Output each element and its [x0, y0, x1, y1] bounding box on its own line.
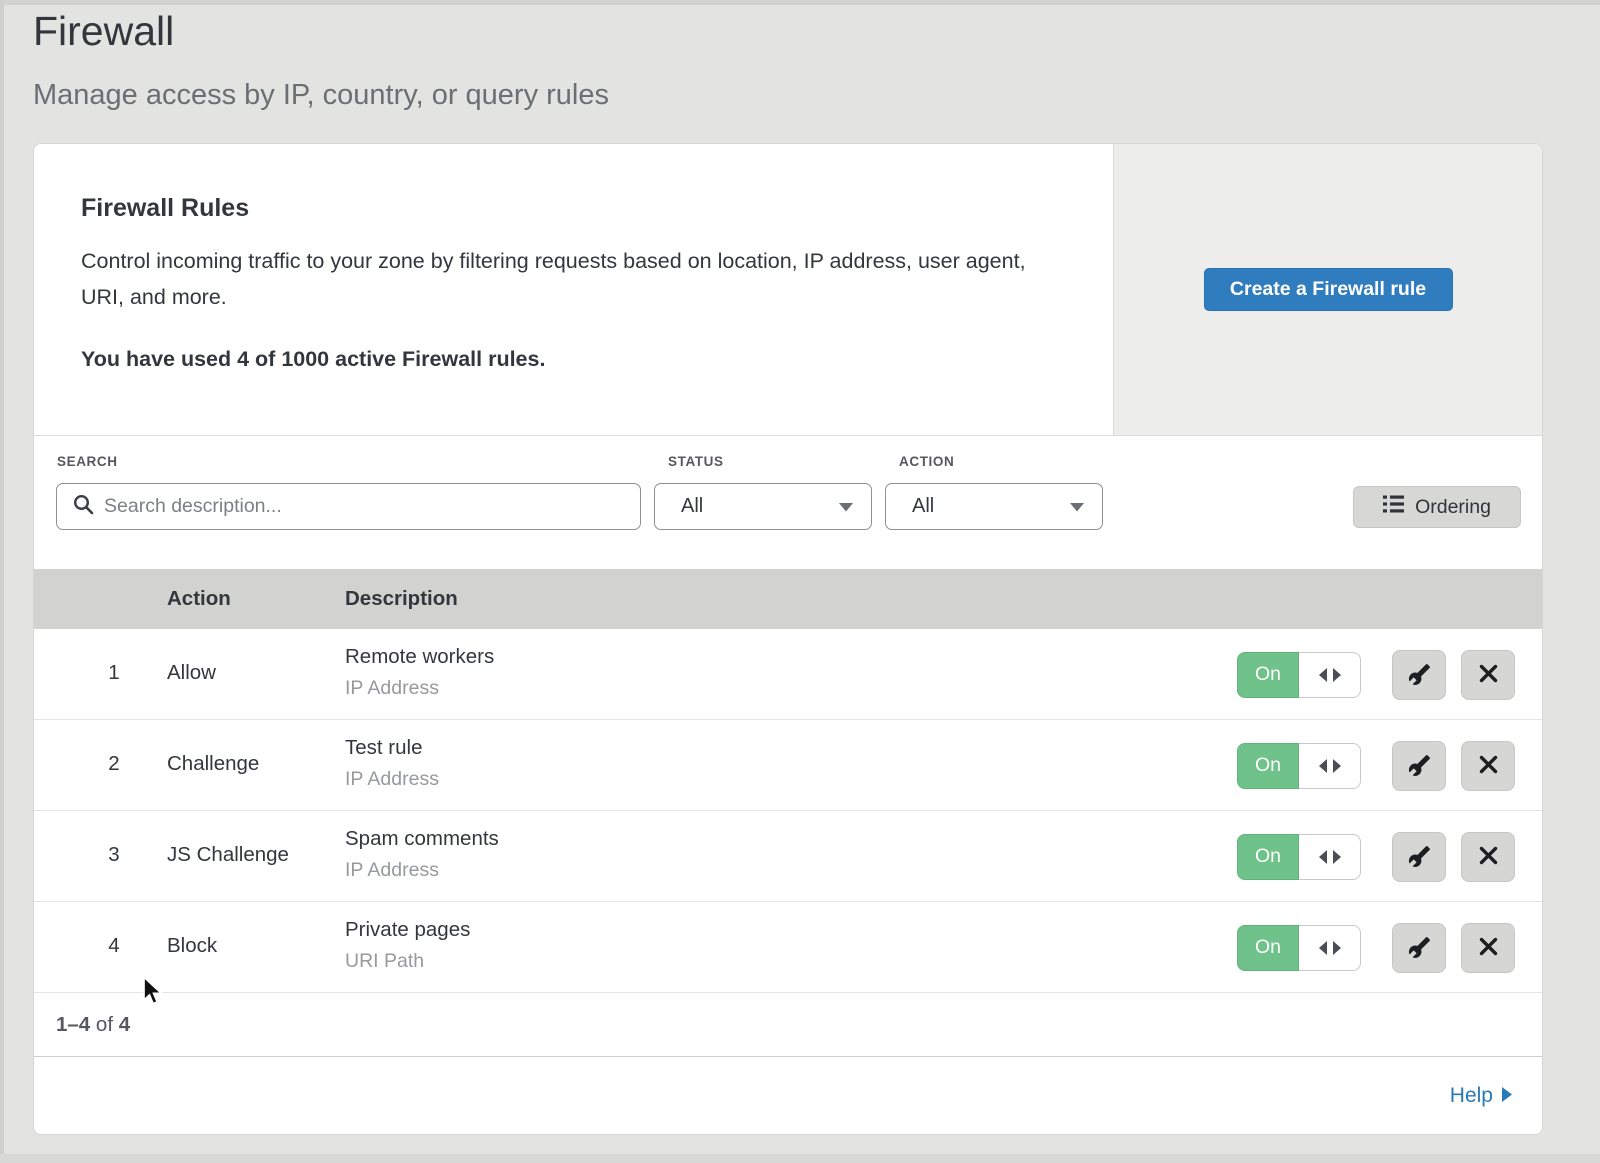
column-header-action: Action	[167, 569, 231, 629]
wrench-icon	[1408, 936, 1431, 959]
ordered-list-icon	[1383, 495, 1404, 519]
arrow-right-icon	[1502, 1084, 1512, 1108]
chevron-down-icon	[1070, 495, 1084, 518]
action-select[interactable]: All	[885, 483, 1103, 530]
toggle-handle-icon	[1299, 743, 1361, 789]
toggle-handle-icon	[1299, 652, 1361, 698]
table-row: 1 Allow Remote workers IP Address On	[34, 629, 1542, 720]
firewall-page: Firewall Manage access by IP, country, o…	[0, 0, 1600, 1163]
search-label: SEARCH	[57, 454, 118, 469]
edit-rule-button[interactable]	[1392, 832, 1446, 882]
rule-description: Private pages	[345, 918, 470, 942]
rule-action: Block	[167, 934, 217, 958]
pagination-status: 1–4 of 4	[34, 993, 1542, 1056]
page-subtitle: Manage access by IP, country, or query r…	[33, 79, 609, 112]
rule-description: Test rule	[345, 736, 422, 760]
toggle-on-label: On	[1237, 743, 1299, 789]
panel-footer: Help	[34, 1056, 1542, 1135]
close-icon	[1479, 755, 1498, 777]
table-row: 4 Block Private pages URI Path On	[34, 902, 1542, 993]
rule-match-type: URI Path	[345, 950, 424, 973]
toggle-handle-icon	[1299, 925, 1361, 971]
table-header: Action Description	[34, 569, 1542, 629]
rules-summary-section: Firewall Rules Control incoming traffic …	[34, 144, 1542, 436]
rule-match-type: IP Address	[345, 677, 439, 700]
toggle-on-label: On	[1237, 652, 1299, 698]
close-icon	[1479, 846, 1498, 868]
rule-match-type: IP Address	[345, 859, 439, 882]
close-icon	[1479, 664, 1498, 686]
rule-controls: On	[1237, 811, 1515, 902]
delete-rule-button[interactable]	[1461, 650, 1515, 700]
action-label: ACTION	[899, 454, 954, 469]
rule-priority: 2	[99, 752, 129, 776]
chevron-down-icon	[839, 495, 853, 518]
wrench-icon	[1408, 845, 1431, 868]
column-header-description: Description	[345, 569, 458, 629]
help-link-label: Help	[1450, 1084, 1493, 1108]
rule-controls: On	[1237, 629, 1515, 720]
toggle-on-label: On	[1237, 925, 1299, 971]
rule-enabled-toggle[interactable]: On	[1237, 834, 1361, 880]
delete-rule-button[interactable]	[1461, 741, 1515, 791]
wrench-icon	[1408, 754, 1431, 777]
rule-priority: 1	[99, 661, 129, 685]
rules-table-body: 1 Allow Remote workers IP Address On	[34, 629, 1542, 993]
filter-bar: SEARCH STATUS All ACTION All	[34, 436, 1542, 569]
table-row: 3 JS Challenge Spam comments IP Address …	[34, 811, 1542, 902]
create-rule-area: Create a Firewall rule	[1113, 144, 1542, 435]
edit-rule-button[interactable]	[1392, 923, 1446, 973]
rule-action: JS Challenge	[167, 843, 289, 867]
window-edge-left	[0, 0, 4, 1163]
toggle-handle-icon	[1299, 834, 1361, 880]
action-select-value: All	[912, 495, 934, 518]
page-title: Firewall	[33, 8, 174, 55]
close-icon	[1479, 937, 1498, 959]
rule-enabled-toggle[interactable]: On	[1237, 743, 1361, 789]
pagination-of: of	[96, 1013, 113, 1036]
rule-match-type: IP Address	[345, 768, 439, 791]
pagination-range: 1–4	[56, 1013, 90, 1036]
firewall-rules-panel: Firewall Rules Control incoming traffic …	[33, 143, 1543, 1135]
rule-priority: 4	[99, 934, 129, 958]
status-label: STATUS	[668, 454, 724, 469]
help-link[interactable]: Help	[1450, 1084, 1512, 1108]
search-field	[56, 483, 641, 530]
rule-action: Challenge	[167, 752, 259, 776]
status-select[interactable]: All	[654, 483, 872, 530]
edit-rule-button[interactable]	[1392, 650, 1446, 700]
status-select-value: All	[681, 495, 703, 518]
rules-card-title: Firewall Rules	[81, 194, 1113, 223]
rule-priority: 3	[99, 843, 129, 867]
rule-description: Spam comments	[345, 827, 499, 851]
rule-enabled-toggle[interactable]: On	[1237, 925, 1361, 971]
pagination-total: 4	[119, 1013, 130, 1036]
delete-rule-button[interactable]	[1461, 923, 1515, 973]
rules-usage-text: You have used 4 of 1000 active Firewall …	[81, 347, 1113, 372]
ordering-button-label: Ordering	[1415, 496, 1491, 519]
window-edge-bottom	[0, 1154, 1600, 1163]
search-input[interactable]	[104, 495, 604, 518]
rule-enabled-toggle[interactable]: On	[1237, 652, 1361, 698]
window-edge-top	[0, 0, 1600, 5]
delete-rule-button[interactable]	[1461, 832, 1515, 882]
create-firewall-rule-button[interactable]: Create a Firewall rule	[1204, 268, 1453, 311]
rule-action: Allow	[167, 661, 216, 685]
toggle-on-label: On	[1237, 834, 1299, 880]
search-icon	[73, 494, 94, 520]
rule-controls: On	[1237, 902, 1515, 993]
rules-card-description: Control incoming traffic to your zone by…	[81, 243, 1026, 315]
rule-controls: On	[1237, 720, 1515, 811]
edit-rule-button[interactable]	[1392, 741, 1446, 791]
wrench-icon	[1408, 663, 1431, 686]
rule-description: Remote workers	[345, 645, 494, 669]
ordering-button[interactable]: Ordering	[1353, 486, 1521, 528]
rules-summary-text: Firewall Rules Control incoming traffic …	[34, 144, 1113, 435]
table-row: 2 Challenge Test rule IP Address On	[34, 720, 1542, 811]
